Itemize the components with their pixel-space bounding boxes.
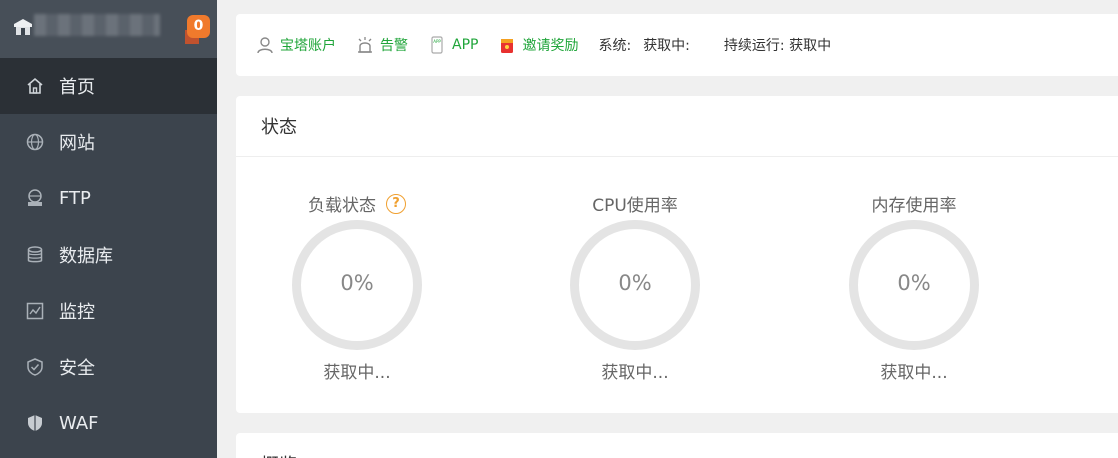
monitor-icon bbox=[24, 300, 46, 322]
alarm-label: 告警 bbox=[380, 38, 408, 54]
gauge-status: 获取中... bbox=[323, 363, 391, 383]
sidebar-item-waf[interactable]: WAF bbox=[0, 395, 217, 451]
sidebar-item-website[interactable]: 网站 bbox=[0, 114, 217, 170]
load-label: 负载状态 bbox=[308, 196, 376, 216]
sidebar-item-database[interactable]: 数据库 bbox=[0, 227, 217, 283]
invite-label: 邀请奖励 bbox=[522, 38, 579, 54]
server-name-blurred bbox=[34, 14, 160, 36]
sidebar-item-label: WAF bbox=[59, 412, 99, 434]
svg-text:APP: APP bbox=[433, 39, 441, 44]
gauge-value: 0% bbox=[618, 271, 652, 295]
brand-header: 0 bbox=[0, 0, 217, 58]
gift-icon bbox=[501, 39, 514, 53]
alarm-link[interactable]: 告警 bbox=[356, 35, 408, 55]
ftp-icon bbox=[24, 187, 46, 209]
gauge-status: 获取中... bbox=[880, 363, 948, 383]
sidebar-item-label: 网站 bbox=[59, 133, 95, 154]
globe-icon bbox=[24, 131, 46, 153]
sidebar-item-home[interactable]: 首页 bbox=[0, 58, 217, 114]
top-info-bar: 宝塔账户 告警 APP APP 邀请奖励 系统: 获取中: 持续运行: 获取中 bbox=[236, 14, 1118, 76]
gauge-value: 0% bbox=[340, 271, 374, 295]
database-icon bbox=[24, 244, 46, 266]
sidebar-item-label: 数据库 bbox=[59, 246, 113, 267]
app-link[interactable]: APP APP bbox=[428, 36, 478, 54]
gauge-label: 负载状态 ? bbox=[282, 191, 432, 216]
sidebar-item-ftp[interactable]: FTP bbox=[0, 170, 217, 226]
sidebar-item-monitor[interactable]: 监控 bbox=[0, 283, 217, 339]
help-icon[interactable]: ? bbox=[386, 193, 406, 214]
app-label: APP bbox=[452, 37, 479, 53]
sidebar: 0 首页 网站 FTP 数据库 监控 安全 WAF bbox=[0, 0, 217, 458]
invite-link[interactable]: 邀请奖励 bbox=[498, 35, 578, 55]
memory-label: 内存使用率 bbox=[871, 196, 957, 216]
sidebar-item-label: 安全 bbox=[59, 358, 95, 379]
gauge-label: CPU使用率 bbox=[560, 191, 710, 216]
user-icon bbox=[257, 37, 273, 54]
home-icon bbox=[24, 75, 46, 97]
alarm-icon bbox=[358, 37, 372, 53]
gauge-label: 内存使用率 bbox=[839, 191, 989, 216]
shield-icon bbox=[24, 356, 46, 378]
waf-shield-icon bbox=[24, 412, 46, 434]
account-label: 宝塔账户 bbox=[280, 38, 336, 54]
status-card: 状态 负载状态 ? 0% 获取中... CPU使用率 0% 获取中... 内存使… bbox=[236, 96, 1118, 413]
status-title: 状态 bbox=[236, 96, 1118, 157]
gauge-status: 获取中... bbox=[601, 363, 669, 383]
sidebar-item-security[interactable]: 安全 bbox=[0, 339, 217, 395]
notification-badge[interactable]: 0 bbox=[187, 15, 210, 38]
app-icon: APP bbox=[431, 36, 443, 54]
sidebar-item-label: 首页 bbox=[59, 77, 95, 98]
overview-title: 概览 bbox=[236, 433, 1118, 458]
uptime-label: 持续运行: 获取中 bbox=[723, 38, 832, 54]
account-link[interactable]: 宝塔账户 bbox=[256, 35, 336, 55]
overview-card: 概览 bbox=[236, 433, 1118, 458]
gauge-value: 0% bbox=[897, 271, 931, 295]
system-value: 获取中: bbox=[643, 38, 690, 54]
sidebar-item-label: 监控 bbox=[59, 302, 95, 323]
logo-icon bbox=[14, 19, 32, 35]
cpu-label: CPU使用率 bbox=[592, 196, 678, 216]
sidebar-item-label: FTP bbox=[59, 187, 91, 209]
system-label: 系统: bbox=[598, 38, 632, 54]
